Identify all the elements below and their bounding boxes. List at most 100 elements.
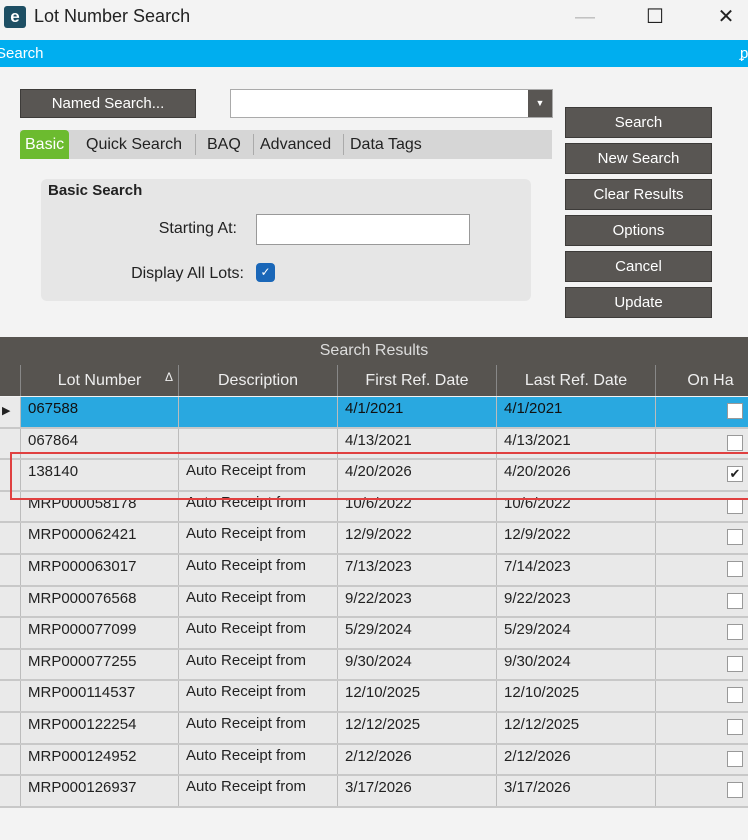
on-hand-checkbox[interactable] (727, 529, 743, 546)
cell-lot[interactable]: 067864 (20, 428, 178, 459)
cell-first[interactable]: 4/13/2021 (337, 428, 496, 459)
row-selector[interactable] (0, 460, 20, 490)
cell-lot[interactable]: MRP000062421 (20, 523, 178, 553)
cell-desc[interactable] (178, 428, 337, 459)
starting-at-input[interactable] (256, 214, 470, 245)
cell-last[interactable]: 12/10/2025 (496, 681, 655, 711)
cell-desc[interactable]: Auto Receipt from (178, 523, 337, 553)
cell-first[interactable]: 12/12/2025 (337, 713, 496, 743)
row-selector[interactable] (0, 491, 20, 522)
tab-advanced[interactable]: Advanced (260, 130, 331, 159)
cell-last[interactable]: 4/1/2021 (496, 397, 655, 427)
table-row[interactable]: MRP000063017 Auto Receipt from 7/13/2023 7/… (0, 555, 748, 587)
named-search-button[interactable]: Named Search... (20, 89, 196, 118)
table-row[interactable]: MRP000076568 Auto Receipt from 9/22/2023 9/… (0, 586, 748, 619)
row-selector[interactable] (0, 713, 20, 743)
cell-first[interactable]: 4/20/2026 (337, 460, 496, 490)
cell-last[interactable]: 9/30/2024 (496, 649, 655, 680)
cell-first[interactable]: 9/22/2023 (337, 586, 496, 617)
on-hand-checkbox[interactable] (727, 687, 743, 704)
cell-desc[interactable]: Auto Receipt from (178, 776, 337, 806)
cell-first[interactable]: 5/29/2024 (337, 618, 496, 648)
cell-last[interactable]: 2/12/2026 (496, 744, 655, 775)
cell-lot[interactable]: MRP000076568 (20, 586, 178, 617)
chevron-down-icon[interactable]: ▼ (528, 90, 552, 117)
cell-desc[interactable]: Auto Receipt from (178, 744, 337, 775)
column-header-last-ref-date[interactable]: Last Ref. Date (496, 365, 655, 396)
on-hand-checkbox[interactable] (727, 750, 743, 767)
on-hand-checkbox[interactable] (727, 561, 743, 577)
on-hand-checkbox[interactable] (727, 719, 743, 735)
on-hand-checkbox[interactable] (727, 403, 743, 419)
row-selector[interactable] (0, 555, 20, 585)
cell-last[interactable]: 9/22/2023 (496, 586, 655, 617)
cancel-button[interactable]: Cancel (565, 251, 712, 282)
row-selector[interactable]: ▶ (0, 397, 20, 427)
table-row[interactable]: MRP000126937 Auto Receipt from 3/17/2026 3/… (0, 776, 748, 808)
table-row[interactable]: MRP000062421 Auto Receipt from 12/9/2022 12… (0, 523, 748, 555)
row-selector[interactable] (0, 649, 20, 680)
tab-baq[interactable]: BAQ (207, 130, 241, 159)
cell-lot[interactable]: 067588 (20, 397, 178, 427)
column-header-lot-number[interactable]: Lot Number Δ (20, 365, 178, 396)
row-selector[interactable] (0, 428, 20, 459)
cell-lot[interactable]: MRP000063017 (20, 555, 178, 585)
cell-lot[interactable]: MRP000077099 (20, 618, 178, 648)
tab-data-tags[interactable]: Data Tags (350, 130, 422, 159)
on-hand-checkbox[interactable] (727, 592, 743, 609)
row-selector[interactable] (0, 681, 20, 711)
table-row[interactable]: MRP000114537 Auto Receipt from 12/10/2025 1… (0, 681, 748, 713)
cell-desc[interactable]: Auto Receipt from (178, 460, 337, 490)
cell-lot[interactable]: 138140 (20, 460, 178, 490)
row-selector[interactable] (0, 618, 20, 648)
update-button[interactable]: Update (565, 287, 712, 318)
cell-first[interactable]: 4/1/2021 (337, 397, 496, 427)
table-row[interactable]: 067864 4/13/2021 4/13/2021 (0, 428, 748, 461)
cell-first[interactable]: 2/12/2026 (337, 744, 496, 775)
column-header-first-ref-date[interactable]: First Ref. Date (337, 365, 496, 396)
named-search-combo[interactable]: ▼ (230, 89, 553, 118)
cell-first[interactable]: 12/9/2022 (337, 523, 496, 553)
on-hand-checkbox[interactable]: ✔ (727, 466, 743, 483)
clear-results-button[interactable]: Clear Results (565, 179, 712, 210)
on-hand-checkbox[interactable] (727, 434, 743, 451)
table-row[interactable]: MRP000077099 Auto Receipt from 5/29/2024 5/… (0, 618, 748, 650)
cell-desc[interactable]: Auto Receipt from (178, 555, 337, 585)
row-selector[interactable] (0, 776, 20, 806)
column-header-on-hand[interactable]: On Ha (655, 365, 748, 396)
table-row[interactable]: MRP000124952 Auto Receipt from 2/12/2026 2/… (0, 744, 748, 777)
cell-desc[interactable]: Auto Receipt from (178, 586, 337, 617)
cell-first[interactable]: 12/10/2025 (337, 681, 496, 711)
on-hand-checkbox[interactable] (727, 782, 743, 799)
cell-desc[interactable]: Auto Receipt from (178, 713, 337, 743)
cell-lot[interactable]: MRP000126937 (20, 776, 178, 806)
cell-desc[interactable]: Auto Receipt from (178, 681, 337, 711)
cell-first[interactable]: 9/30/2024 (337, 649, 496, 680)
table-row[interactable]: 138140 Auto Receipt from 4/20/2026 4/20/202… (0, 460, 748, 492)
cell-desc[interactable]: Auto Receipt from (178, 649, 337, 680)
cell-lot[interactable]: MRP000077255 (20, 649, 178, 680)
cell-last[interactable]: 3/17/2026 (496, 776, 655, 806)
cell-last[interactable]: 12/9/2022 (496, 523, 655, 553)
cell-lot[interactable]: MRP000058178 (20, 491, 178, 522)
search-button[interactable]: Search (565, 107, 712, 138)
table-row[interactable]: ▶ 067588 4/1/2021 4/1/2021 (0, 397, 748, 429)
row-selector[interactable] (0, 523, 20, 553)
cell-last[interactable]: 4/13/2021 (496, 428, 655, 459)
cell-first[interactable]: 3/17/2026 (337, 776, 496, 806)
display-all-lots-checkbox[interactable]: ✓ (256, 263, 275, 282)
cell-lot[interactable]: MRP000114537 (20, 681, 178, 711)
row-selector[interactable] (0, 586, 20, 617)
cell-desc[interactable] (178, 397, 337, 427)
cell-last[interactable]: 5/29/2024 (496, 618, 655, 648)
table-row[interactable]: MRP000058178 Auto Receipt from 10/6/2022 10… (0, 491, 748, 524)
table-row[interactable]: MRP000077255 Auto Receipt from 9/30/2024 9/… (0, 649, 748, 682)
cell-first[interactable]: 7/13/2023 (337, 555, 496, 585)
close-button[interactable]: ✕ (711, 4, 741, 30)
tab-quick-search[interactable]: Quick Search (86, 130, 182, 159)
options-button[interactable]: Options (565, 215, 712, 246)
on-hand-checkbox[interactable] (727, 655, 743, 672)
cell-lot[interactable]: MRP000122254 (20, 713, 178, 743)
new-search-button[interactable]: New Search (565, 143, 712, 174)
row-selector[interactable] (0, 744, 20, 775)
